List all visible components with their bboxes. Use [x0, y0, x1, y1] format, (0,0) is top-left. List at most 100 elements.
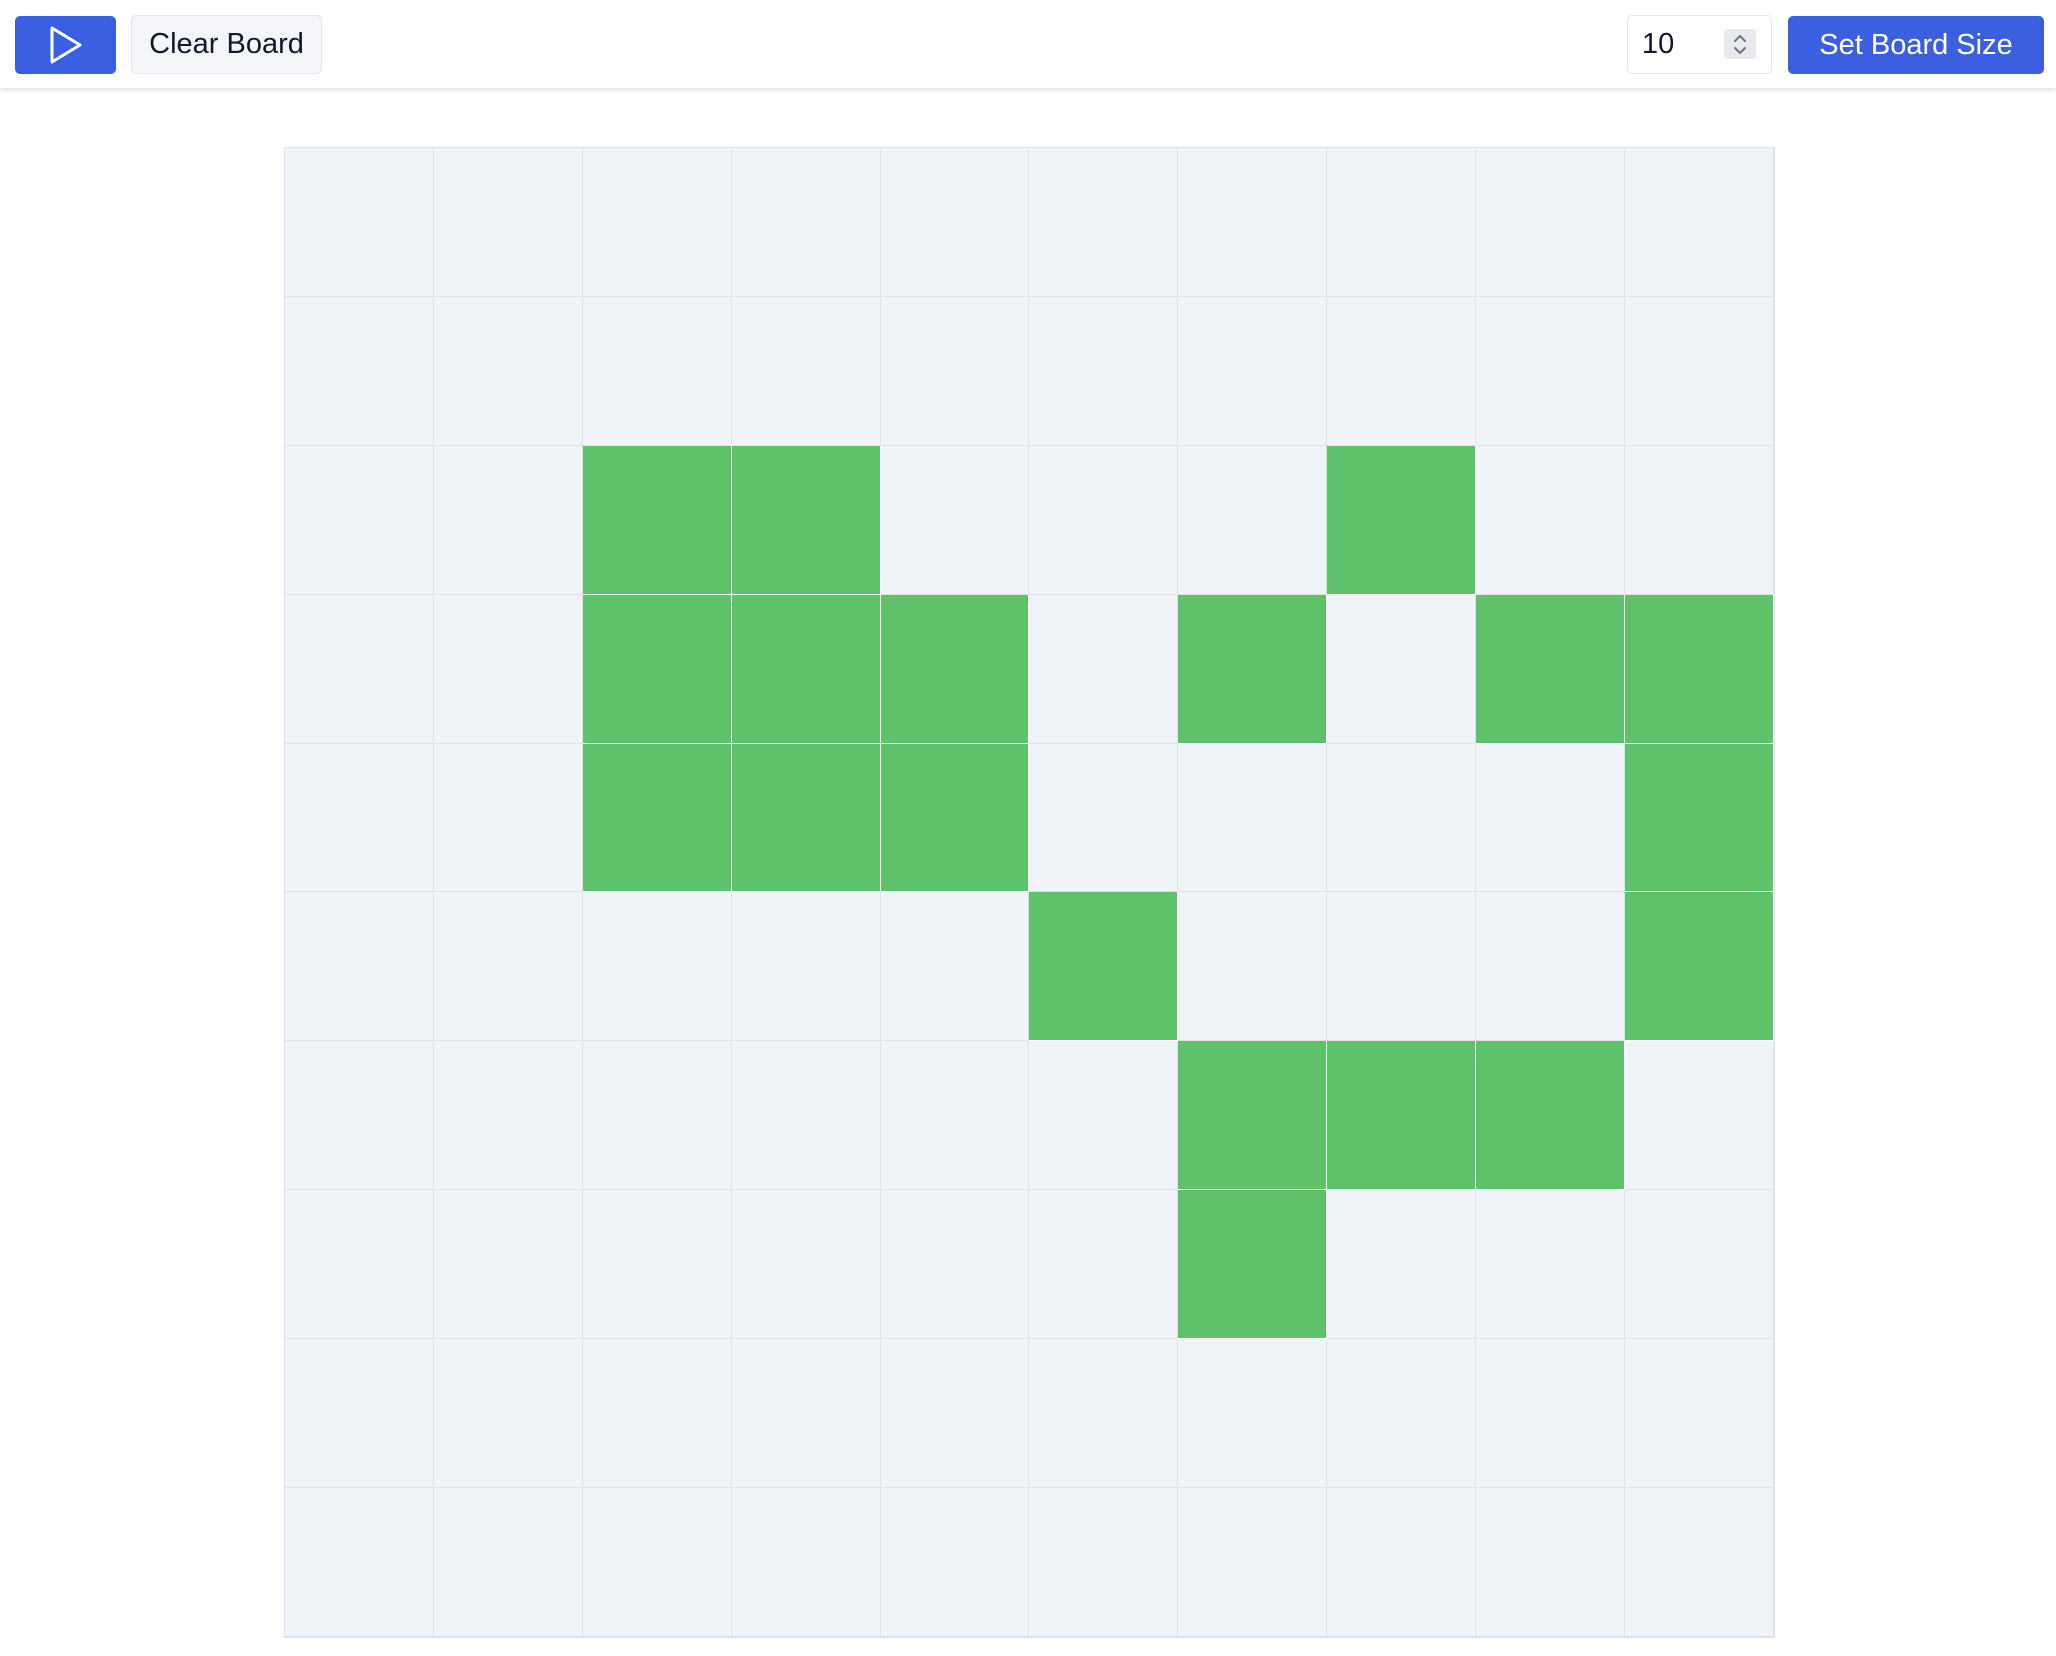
board-cell[interactable]: [1625, 1190, 1774, 1340]
board-cell-alive[interactable]: [880, 743, 1030, 893]
board-cell[interactable]: [1029, 445, 1179, 595]
board-cell[interactable]: [1625, 1488, 1774, 1637]
board-cell[interactable]: [1178, 148, 1328, 297]
play-button[interactable]: [15, 16, 116, 74]
board-cell[interactable]: [880, 445, 1030, 595]
board-cell[interactable]: [582, 1190, 732, 1340]
board-cell-alive[interactable]: [1327, 1041, 1477, 1191]
board-cell-alive[interactable]: [731, 445, 881, 595]
board-cell[interactable]: [285, 148, 434, 297]
board-cell[interactable]: [582, 296, 732, 446]
board-cell[interactable]: [433, 743, 583, 893]
board-cell[interactable]: [880, 296, 1030, 446]
board-cell[interactable]: [1625, 1041, 1774, 1191]
board-cell[interactable]: [285, 445, 434, 595]
board-cell[interactable]: [1029, 1339, 1179, 1489]
chevron-down-icon[interactable]: [1733, 46, 1747, 55]
board-cell[interactable]: [1178, 1488, 1328, 1637]
board-cell[interactable]: [1029, 594, 1179, 744]
board-cell-alive[interactable]: [731, 743, 881, 893]
board-cell[interactable]: [582, 1488, 732, 1637]
board-cell[interactable]: [433, 892, 583, 1042]
board-cell[interactable]: [1327, 1190, 1477, 1340]
chevron-up-icon[interactable]: [1733, 34, 1747, 43]
board-cell[interactable]: [433, 1041, 583, 1191]
board-cell[interactable]: [1476, 1190, 1626, 1340]
board-cell-alive[interactable]: [1029, 892, 1179, 1042]
board-cell[interactable]: [1178, 445, 1328, 595]
board-cell[interactable]: [880, 1041, 1030, 1191]
board-cell[interactable]: [285, 1041, 434, 1191]
board-cell-alive[interactable]: [582, 594, 732, 744]
board-cell[interactable]: [1476, 743, 1626, 893]
board-cell[interactable]: [1476, 892, 1626, 1042]
board-cell[interactable]: [731, 892, 881, 1042]
board-size-value[interactable]: 10: [1642, 16, 1674, 73]
board-cell[interactable]: [1625, 296, 1774, 446]
board-cell[interactable]: [1029, 1041, 1179, 1191]
board-cell[interactable]: [433, 594, 583, 744]
board-cell[interactable]: [1327, 148, 1477, 297]
board-cell[interactable]: [1476, 445, 1626, 595]
board-cell-alive[interactable]: [1625, 743, 1774, 893]
board-cell-alive[interactable]: [1625, 594, 1774, 744]
set-board-size-button[interactable]: Set Board Size: [1788, 16, 2044, 74]
board-cell[interactable]: [1476, 296, 1626, 446]
board-cell-alive[interactable]: [1327, 445, 1477, 595]
board-cell[interactable]: [1178, 743, 1328, 893]
board-cell[interactable]: [1625, 1339, 1774, 1489]
board-cell-alive[interactable]: [1625, 892, 1774, 1042]
board-cell[interactable]: [433, 1488, 583, 1637]
board-cell[interactable]: [1029, 743, 1179, 893]
board-cell[interactable]: [582, 148, 732, 297]
clear-board-button[interactable]: Clear Board: [131, 15, 322, 74]
board-cell[interactable]: [880, 892, 1030, 1042]
board-cell[interactable]: [1178, 1339, 1328, 1489]
board-cell[interactable]: [731, 296, 881, 446]
board-cell[interactable]: [731, 1339, 881, 1489]
board-cell[interactable]: [1476, 1488, 1626, 1637]
board-cell[interactable]: [880, 1488, 1030, 1637]
board-cell[interactable]: [1476, 148, 1626, 297]
board-cell[interactable]: [285, 296, 434, 446]
board-cell[interactable]: [582, 1339, 732, 1489]
board-cell-alive[interactable]: [1178, 1190, 1328, 1340]
board-cell[interactable]: [433, 445, 583, 595]
board-cell-alive[interactable]: [1476, 1041, 1626, 1191]
board-cell[interactable]: [880, 148, 1030, 297]
board-cell[interactable]: [1327, 743, 1477, 893]
board-cell-alive[interactable]: [1178, 594, 1328, 744]
board-cell-alive[interactable]: [731, 594, 881, 744]
board-cell[interactable]: [582, 1041, 732, 1191]
board-cell[interactable]: [1178, 892, 1328, 1042]
board-cell[interactable]: [731, 1041, 881, 1191]
board-cell[interactable]: [285, 1190, 434, 1340]
board-cell-alive[interactable]: [1178, 1041, 1328, 1191]
board-cell[interactable]: [880, 1190, 1030, 1340]
board-cell[interactable]: [433, 1339, 583, 1489]
board-cell[interactable]: [582, 892, 732, 1042]
board-cell[interactable]: [1327, 1488, 1477, 1637]
board-cell-alive[interactable]: [1476, 594, 1626, 744]
board-cell[interactable]: [1327, 1339, 1477, 1489]
board-size-input[interactable]: 10: [1627, 15, 1772, 74]
board-cell[interactable]: [731, 148, 881, 297]
board-cell[interactable]: [285, 743, 434, 893]
board-cell[interactable]: [285, 1488, 434, 1637]
board-cell[interactable]: [285, 594, 434, 744]
board-cell[interactable]: [1625, 445, 1774, 595]
board-cell[interactable]: [731, 1190, 881, 1340]
board-cell[interactable]: [731, 1488, 881, 1637]
board-cell[interactable]: [1178, 296, 1328, 446]
board-cell[interactable]: [1476, 1339, 1626, 1489]
board-cell[interactable]: [880, 1339, 1030, 1489]
board-cell[interactable]: [1029, 1488, 1179, 1637]
board-cell[interactable]: [1029, 296, 1179, 446]
board-cell-alive[interactable]: [582, 445, 732, 595]
board-cell[interactable]: [285, 892, 434, 1042]
board-cell-alive[interactable]: [880, 594, 1030, 744]
board-cell[interactable]: [1029, 1190, 1179, 1340]
board-cell[interactable]: [1327, 296, 1477, 446]
board-cell[interactable]: [1327, 594, 1477, 744]
board-cell[interactable]: [433, 1190, 583, 1340]
